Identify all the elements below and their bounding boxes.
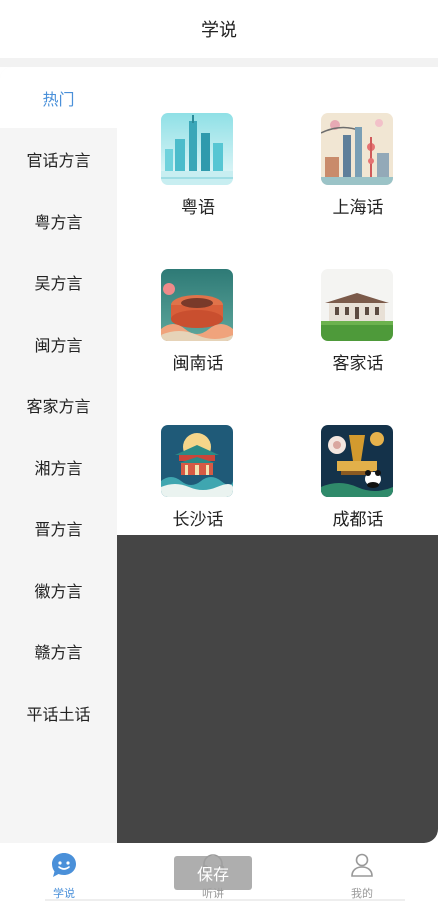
dialect-label: 粤语 [181,198,215,218]
sidebar-item-label: 官话方言 [26,150,91,170]
sidebar-item-jin[interactable]: 晋方言 [0,497,117,558]
shanghai-skyline-image [321,113,393,185]
dialect-label: 上海话 [332,198,384,218]
guangzhou-skyline-image [161,113,233,185]
save-toast: 保存 [174,856,252,890]
sidebar-item-label: 客家方言 [26,396,91,416]
sidebar-item-label: 闽方言 [34,335,83,355]
sidebar-item-label: 热门 [42,89,75,109]
tulou-image [161,269,233,341]
sidebar-item-yue[interactable]: 粤方言 [0,190,117,251]
sidebar-item-label: 徽方言 [34,581,83,601]
chat-bubble-icon [50,851,78,879]
sidebar-item-label: 平话土话 [26,704,91,724]
sidebar-item-label: 湘方言 [34,458,83,478]
changsha-pavilion-image [161,425,233,497]
sidebar-item-xiang[interactable]: 湘方言 [0,436,117,497]
sidebar-item-hui[interactable]: 徽方言 [0,559,117,620]
dialect-card-cantonese[interactable]: 粤语 [143,113,253,223]
tab-learn-speak[interactable]: 学说 [24,849,104,901]
header-divider [0,58,438,67]
dialect-card-hakka[interactable]: 客家话 [303,269,413,379]
sidebar-item-hot[interactable]: 热门 [0,67,117,128]
sidebar-item-hakka[interactable]: 客家方言 [0,374,117,435]
sidebar-item-label: 赣方言 [34,642,83,662]
sidebar-item-min[interactable]: 闽方言 [0,313,117,374]
sidebar-item-pinghua[interactable]: 平话土话 [0,682,117,743]
home-indicator-line [45,899,405,901]
sidebar-item-mandarin[interactable]: 官话方言 [0,128,117,189]
tab-profile[interactable]: 我的 [322,849,402,901]
category-sidebar: 热门 官话方言 粤方言 吴方言 闽方言 客家方言 湘方言 晋方言 徽方言 赣方言… [0,67,117,843]
dialect-label: 闽南话 [172,354,224,374]
dialect-card-minnan[interactable]: 闽南话 [143,269,253,379]
sidebar-item-label: 吴方言 [34,273,83,293]
page-title: 学说 [201,20,237,41]
dialect-card-shanghainese[interactable]: 上海话 [303,113,413,223]
dialect-label: 成都话 [332,510,384,530]
sidebar-item-label: 粤方言 [34,212,83,232]
app-header: 学说 [0,0,438,58]
dark-overlay-panel [117,535,438,843]
hakka-house-image [321,269,393,341]
toast-text: 保存 [196,865,229,884]
dialect-content: 粤语 上海话 闽南话 客家话 长沙话 成都话 [117,67,438,843]
dialect-label: 客家话 [332,354,384,374]
chengdu-panda-image [321,425,393,497]
sidebar-item-label: 晋方言 [34,519,83,539]
main-card: 热门 官话方言 粤方言 吴方言 闽方言 客家方言 湘方言 晋方言 徽方言 赣方言… [0,67,438,843]
sidebar-item-wu[interactable]: 吴方言 [0,251,117,312]
dialect-card-chengdu[interactable]: 成都话 [303,425,413,535]
dialect-card-changsha[interactable]: 长沙话 [143,425,253,535]
user-icon [348,851,376,879]
dialect-label: 长沙话 [172,510,224,530]
sidebar-item-gan[interactable]: 赣方言 [0,620,117,681]
